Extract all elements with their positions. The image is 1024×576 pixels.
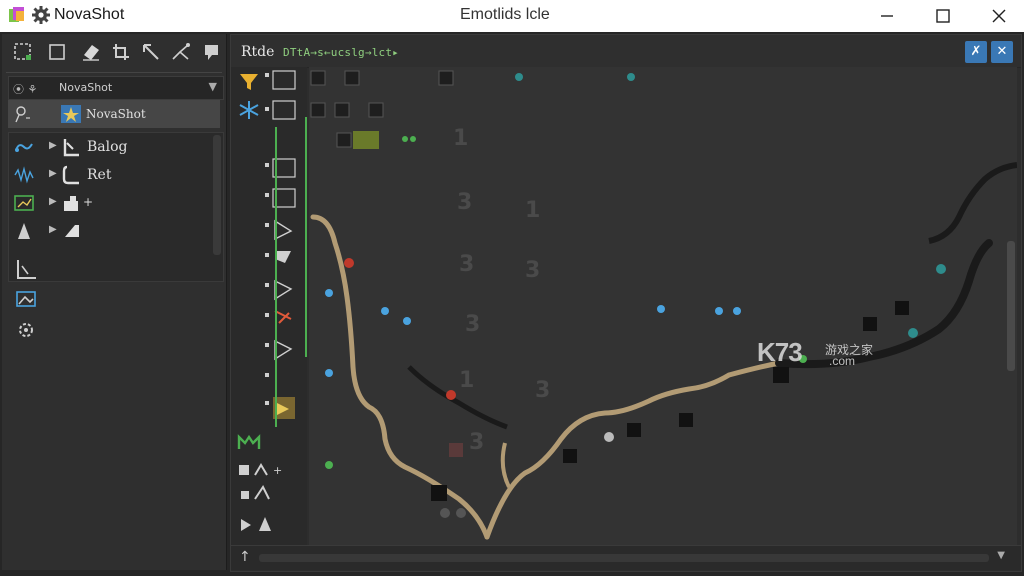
- connect-tool-icon[interactable]: [170, 41, 192, 63]
- expand-caret-icon[interactable]: ▶: [49, 168, 57, 179]
- waveform-icon: [14, 166, 34, 184]
- svg-text:1: 1: [459, 368, 474, 393]
- maximize-button[interactable]: [920, 0, 966, 32]
- left-toolbar: [2, 34, 226, 72]
- note-tool-icon[interactable]: [200, 41, 222, 63]
- timeline-bar: ↑ ▼: [231, 545, 1021, 570]
- pin-icon: [15, 106, 30, 123]
- svg-text:3: 3: [525, 258, 540, 283]
- star-icon: [61, 105, 81, 123]
- close-icon: [992, 9, 1006, 23]
- ruler-icon[interactable]: [14, 258, 40, 282]
- canvas-graph: 1 3 3 3 1 3 1 3 3: [310, 70, 1017, 540]
- tree-item-group[interactable]: ▶ +: [9, 189, 209, 217]
- mountain-icon[interactable]: [237, 431, 261, 453]
- crop-icon[interactable]: [110, 41, 132, 63]
- window-title: Emotlids lcle: [460, 6, 550, 23]
- tree-item-wedge[interactable]: ▶: [9, 217, 209, 245]
- title-bar: NovaShot Emotlids lcle: [0, 0, 1024, 33]
- main-panel: Rtde DTtA→s←ucslg→lct▸ ✗ ✕ + 1 3 3 3 1 3…: [230, 34, 1022, 572]
- app-name: NovaShot: [54, 6, 125, 23]
- project-select-value: NovaShot: [59, 81, 113, 94]
- close-icon: ✕: [996, 44, 1008, 59]
- horizontal-scrollbar[interactable]: [259, 554, 989, 562]
- eraser-icon[interactable]: [80, 41, 102, 63]
- expand-caret-icon[interactable]: ▶: [49, 196, 57, 207]
- tree-scrollbar[interactable]: [213, 135, 221, 255]
- track-indicator: [275, 127, 277, 427]
- tree-item-balog[interactable]: ▶ Balog: [9, 133, 209, 161]
- layer-tree: ▶ Balog ▶ Ret ▶ + ▶: [8, 132, 224, 282]
- pin-icon: ✗: [970, 44, 982, 59]
- link-icon: [15, 143, 33, 152]
- left-panel: ⦿ ⚘ NovaShot ▼ NovaShot ▶ Balog ▶ Ret ▶ …: [2, 34, 227, 570]
- tree-item-label: Ret: [87, 167, 112, 183]
- tree-item-novashot[interactable]: NovaShot: [8, 100, 220, 128]
- bracket-icon: [62, 165, 79, 185]
- main-panel-header: Rtde DTtA→s←ucslg→lct▸ ✗ ✕: [231, 35, 1021, 68]
- svg-text:1: 1: [525, 198, 540, 223]
- arrow-up-icon[interactable]: ↑: [239, 549, 251, 565]
- settings-icon[interactable]: [14, 318, 40, 342]
- chevron-down-icon: ▼: [208, 80, 217, 93]
- select-tool-icon[interactable]: [12, 41, 34, 63]
- chevron-down-icon[interactable]: ▼: [997, 550, 1005, 561]
- svg-text:+: +: [273, 464, 282, 477]
- expand-caret-icon[interactable]: ▶: [49, 224, 57, 235]
- track-column: +: [231, 67, 307, 545]
- maximize-icon: [936, 9, 950, 23]
- watermark-brand: K73: [757, 337, 803, 367]
- track-markers: [265, 70, 296, 419]
- panel-title: Rtde: [241, 44, 275, 60]
- minimize-button[interactable]: [864, 0, 910, 32]
- transport-controls: +: [239, 463, 282, 531]
- watermark-domain: .com: [829, 354, 856, 368]
- tree-item-label: +: [83, 195, 94, 209]
- close-panel-button[interactable]: ✕: [991, 41, 1013, 63]
- scroll-thumb[interactable]: [1007, 241, 1015, 371]
- panel-subtitle: DTtA→s←ucslg→lct▸: [283, 46, 399, 59]
- gear-icon[interactable]: [31, 5, 51, 25]
- chart-icon: [14, 195, 34, 211]
- wedge-icon: [65, 225, 79, 237]
- canvas-vertical-scrollbar[interactable]: [1003, 101, 1015, 371]
- puzzle-icon: [64, 196, 78, 211]
- svg-text:3: 3: [535, 378, 550, 403]
- project-select-icon: ⦿ ⚘: [13, 83, 38, 96]
- tree-item-label: NovaShot: [86, 107, 146, 121]
- editor-canvas[interactable]: 1 3 3 3 1 3 1 3 3 K73 游戏之家 .com: [309, 67, 1017, 545]
- cone-icon: [18, 223, 30, 239]
- svg-text:3: 3: [469, 430, 484, 455]
- arrow-tool-icon[interactable]: [140, 41, 162, 63]
- svg-text:3: 3: [457, 190, 472, 215]
- minimize-icon: [881, 15, 893, 17]
- snowflake-icon[interactable]: [237, 99, 261, 121]
- expand-caret-icon[interactable]: ▶: [49, 140, 57, 151]
- watermark: K73 游戏之家 .com: [757, 337, 887, 373]
- frame-tool-icon[interactable]: [46, 41, 68, 63]
- pin-panel-button[interactable]: ✗: [965, 41, 987, 63]
- tree-item-ret[interactable]: ▶ Ret: [9, 161, 209, 189]
- bracket-icon: [63, 139, 79, 157]
- svg-text:3: 3: [465, 312, 480, 337]
- image-icon[interactable]: [14, 288, 40, 312]
- svg-text:1: 1: [453, 126, 468, 151]
- project-select[interactable]: ⦿ ⚘ NovaShot ▼: [8, 76, 224, 100]
- toolbar-divider: [6, 72, 222, 73]
- track-indicator: [305, 117, 307, 357]
- svg-text:3: 3: [459, 252, 474, 277]
- tree-item-label: Balog: [87, 139, 128, 155]
- filter-icon[interactable]: [237, 71, 261, 93]
- close-button[interactable]: [976, 0, 1022, 32]
- app-logo-icon: [9, 7, 24, 22]
